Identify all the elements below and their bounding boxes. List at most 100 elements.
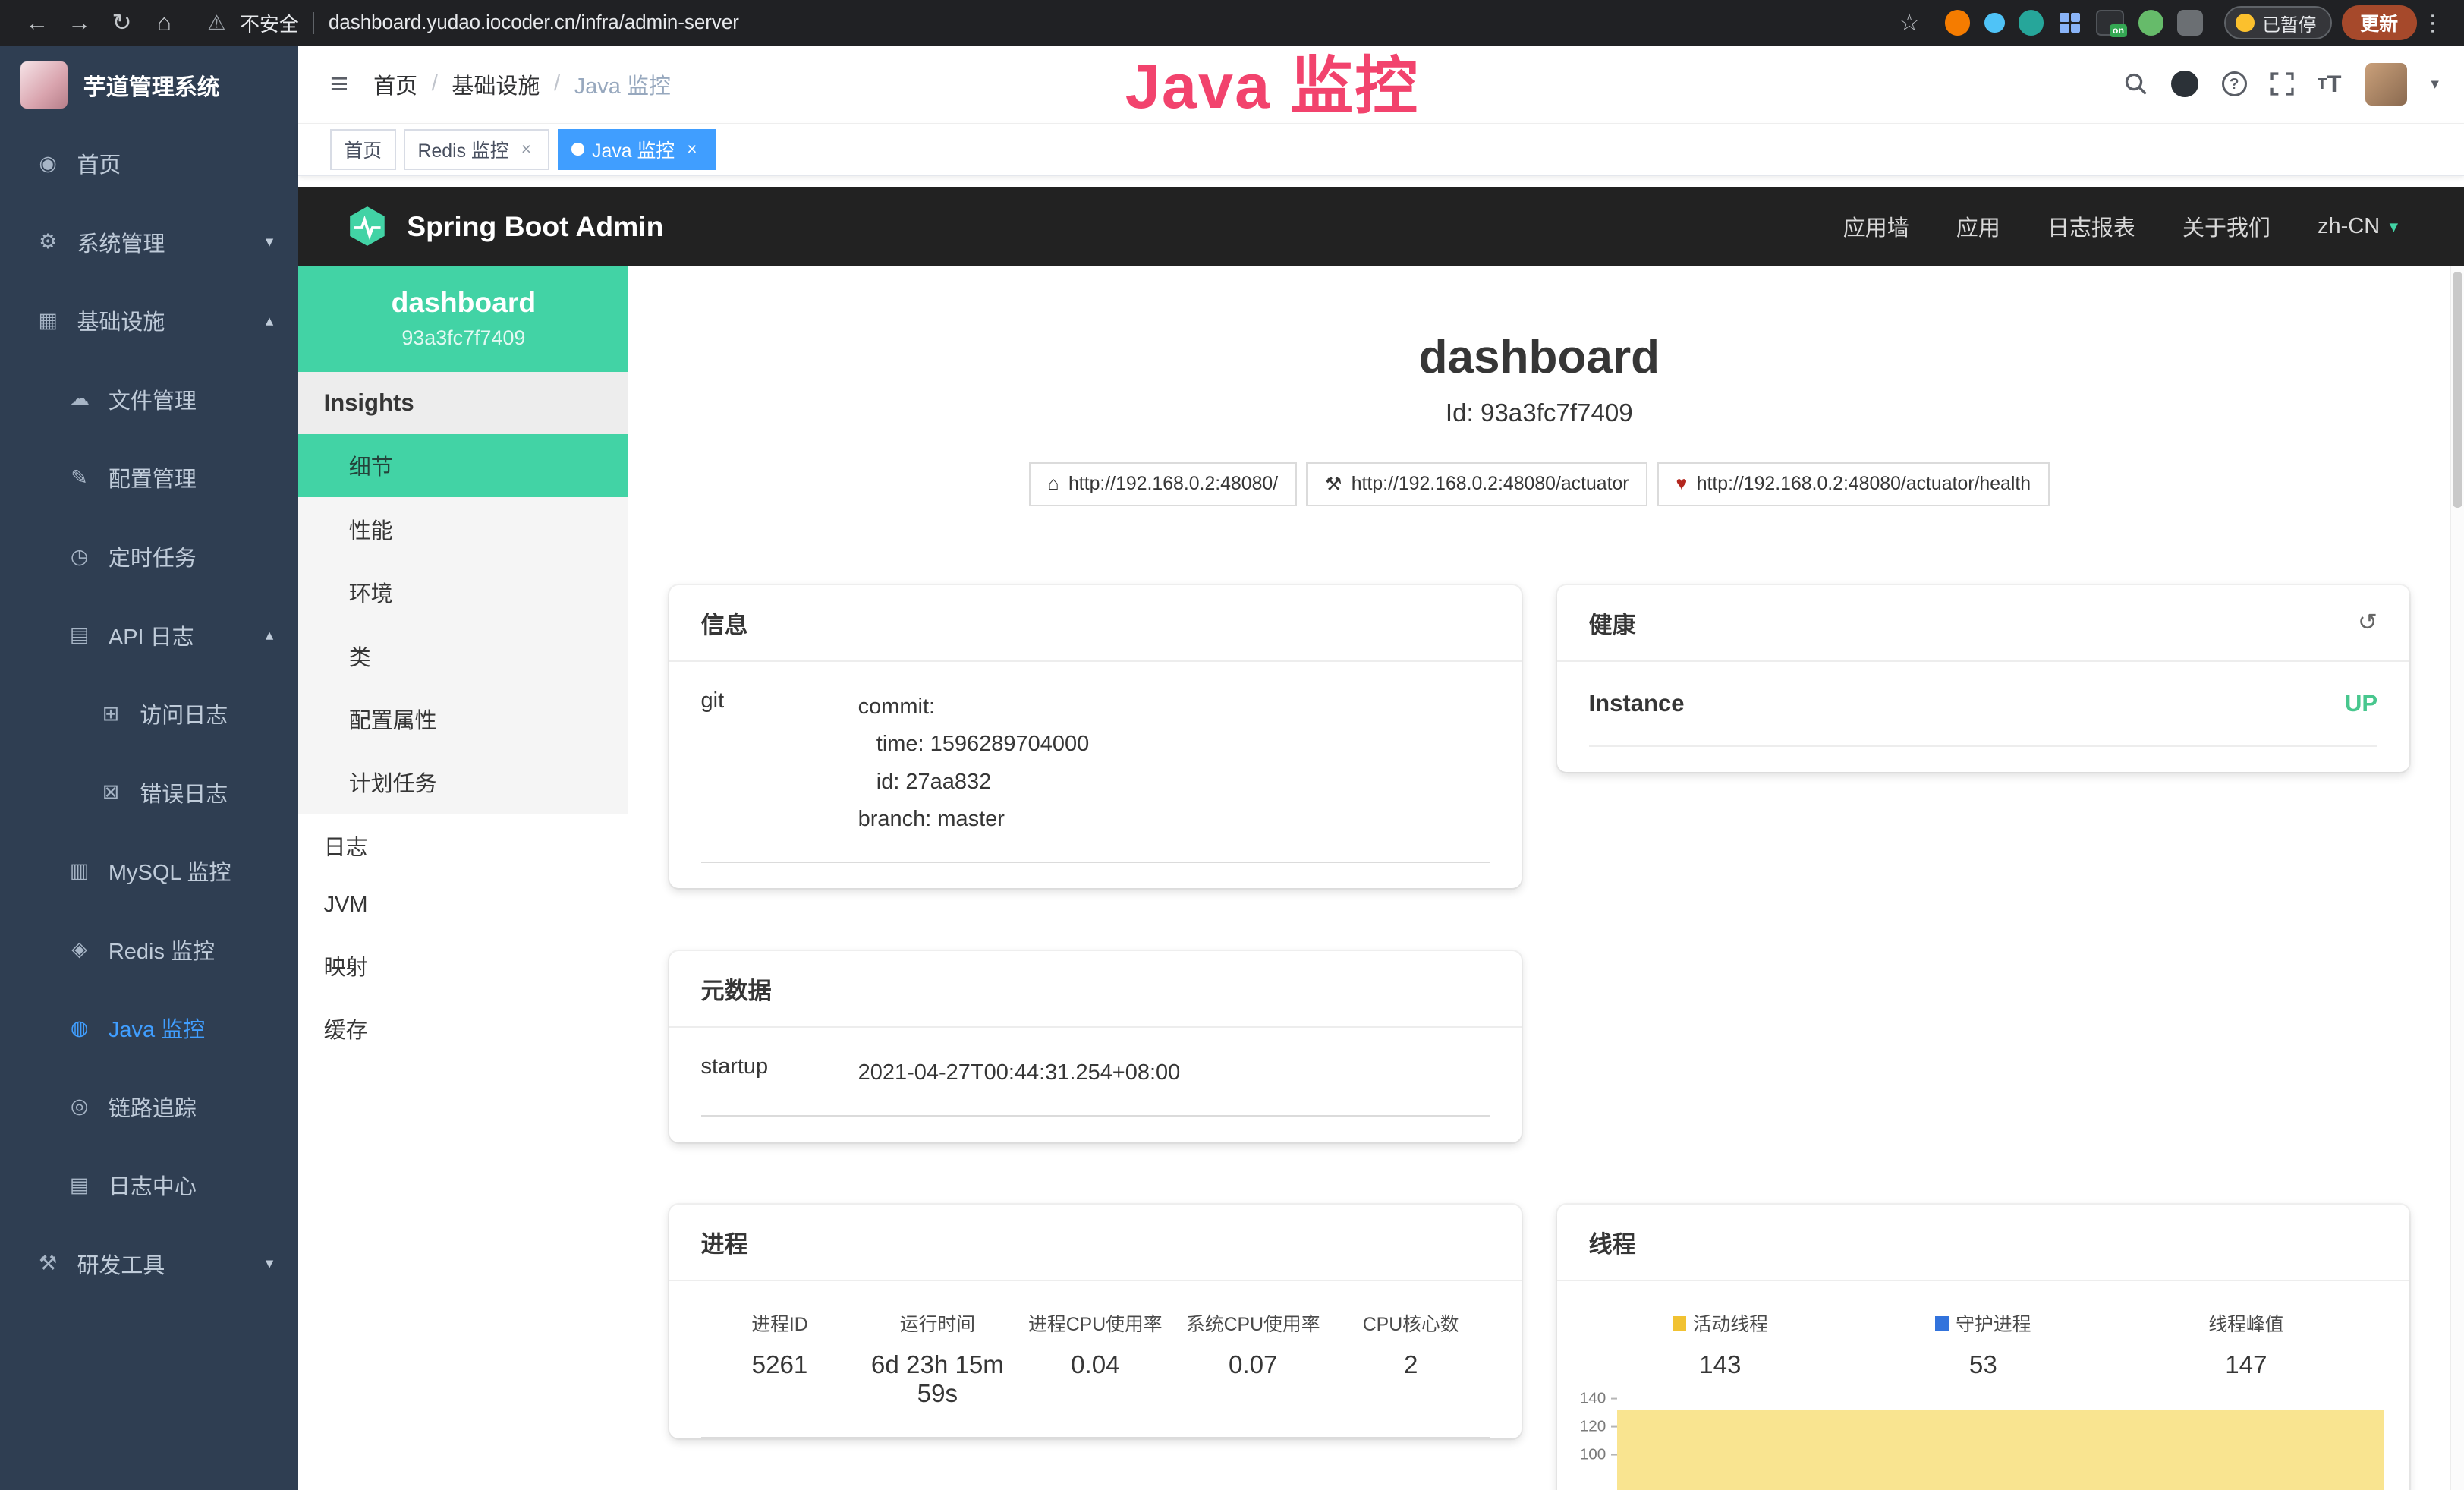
breadcrumb-infra[interactable]: 基础设施 (452, 68, 540, 100)
chevron-down-icon: ▾ (2390, 216, 2398, 237)
sidebar-item-file-manage[interactable]: ☁ 文件管理 (0, 360, 298, 439)
sba-item-config-props[interactable]: 配置属性 (298, 687, 628, 750)
tab-java-monitor[interactable]: Java 监控 × (558, 129, 716, 170)
sba-item-mappings[interactable]: 映射 (298, 934, 628, 997)
sba-item-caches[interactable]: 缓存 (298, 997, 628, 1060)
scrollbar[interactable] (2450, 266, 2464, 1490)
close-tab-icon[interactable]: × (682, 139, 701, 159)
sidebar-item-java-monitor[interactable]: ◍ Java 监控 (0, 988, 298, 1067)
sidebar-item-config-manage[interactable]: ✎ 配置管理 (0, 439, 298, 518)
sba-item-metrics[interactable]: 性能 (298, 497, 628, 560)
hamburger-icon[interactable]: ≡ (330, 66, 348, 102)
address-separator (313, 12, 314, 34)
cloud-upload-icon: ☁ (66, 387, 93, 411)
grid-extension-icon[interactable] (2058, 11, 2082, 34)
service-url-link[interactable]: ⌂ http://192.168.0.2:48080/ (1029, 462, 1297, 506)
scrollbar-thumb[interactable] (2453, 272, 2462, 508)
security-warning-icon: ⚠ (207, 11, 225, 35)
sidebar-item-api-logs[interactable]: ▤ API 日志 ▴ (0, 596, 298, 675)
active-tab-dot (571, 143, 584, 156)
sba-item-jvm[interactable]: JVM (298, 877, 628, 934)
drop-extension-icon[interactable] (1984, 13, 2005, 33)
forward-icon[interactable]: → (58, 9, 101, 36)
fullscreen-icon[interactable] (2270, 70, 2294, 98)
live-threads-legend-icon (1673, 1316, 1687, 1331)
daemon-threads-legend-icon (1935, 1316, 1949, 1331)
tab-home[interactable]: 首页 (330, 129, 396, 170)
browser-menu-icon[interactable]: ⋮ (2417, 10, 2448, 36)
app-sidebar: 芋道管理系统 ◉ 首页 ⚙ 系统管理 ▾ ▦ 基础设施 ▴ ☁ 文件管理 ✎ (0, 46, 298, 1490)
sidebar-item-tracing[interactable]: ◎ 链路追踪 (0, 1067, 298, 1146)
sba-navbar: Spring Boot Admin 应用墙 应用 日志报表 关于我们 zh-CN… (298, 187, 2464, 266)
sidebar-item-infra[interactable]: ▦ 基础设施 ▴ (0, 282, 298, 361)
info-key: git (701, 662, 858, 862)
sba-nav-about[interactable]: 关于我们 (2182, 210, 2270, 242)
sidebar-item-error-logs[interactable]: ⊠ 错误日志 (0, 753, 298, 832)
cpu-cores-stat: CPU核心数 2 (1332, 1309, 1490, 1409)
insights-section-label: Insights (298, 372, 628, 434)
font-size-icon[interactable]: TT (2318, 70, 2342, 98)
sba-item-environment[interactable]: 环境 (298, 561, 628, 624)
process-card-title: 进程 (701, 1225, 748, 1259)
close-tab-icon[interactable]: × (517, 139, 536, 159)
sba-item-classes[interactable]: 类 (298, 624, 628, 687)
url-text: dashboard.yudao.iocoder.cn/infra/admin-s… (329, 12, 739, 34)
sidebar-item-mysql-monitor[interactable]: ▥ MySQL 监控 (0, 831, 298, 910)
sba-nav-wallboard[interactable]: 应用墙 (1843, 210, 1909, 242)
fox-extension-icon[interactable] (1945, 10, 1970, 35)
search-icon[interactable] (2124, 70, 2148, 98)
sidebar-item-system[interactable]: ⚙ 系统管理 ▾ (0, 203, 298, 282)
sidebar-item-access-logs[interactable]: ⊞ 访问日志 (0, 674, 298, 753)
help-icon[interactable]: ? (2222, 70, 2247, 98)
switch-extension-icon[interactable]: on (2096, 10, 2124, 35)
app-title: 芋道管理系统 (83, 68, 220, 102)
update-browser-button[interactable]: 更新 (2342, 5, 2417, 40)
security-label: 不安全 (240, 9, 299, 37)
health-url-link[interactable]: ♥ http://192.168.0.2:48080/actuator/heal… (1657, 462, 2050, 506)
puzzle-extension-icon[interactable] (2177, 10, 2202, 35)
process-card: 进程 进程ID 5261 运行时间 6d 23h 15m 59s (669, 1205, 1521, 1438)
sba-item-scheduled-tasks[interactable]: 计划任务 (298, 751, 628, 814)
page-title: dashboard (669, 332, 2409, 383)
sidebar-item-log-center[interactable]: ▤ 日志中心 (0, 1145, 298, 1224)
log-center-icon: ▤ (66, 1173, 93, 1197)
address-bar[interactable]: ⚠ 不安全 dashboard.yudao.iocoder.cn/infra/a… (207, 9, 739, 37)
teal-extension-icon[interactable] (2019, 10, 2044, 35)
back-icon[interactable]: ← (16, 9, 58, 36)
sidebar-item-scheduled-jobs[interactable]: ◷ 定时任务 (0, 517, 298, 596)
paused-extension-pill[interactable]: 已暂停 (2224, 6, 2332, 39)
tag-tab-bar: 首页 Redis 监控 × Java 监控 × (298, 124, 2464, 176)
metadata-card: 元数据 startup 2021-04-27T00:44:31.254+08:0… (669, 951, 1521, 1142)
user-avatar[interactable] (2365, 63, 2408, 106)
process-cpu-stat: 进程CPU使用率 0.04 (1016, 1309, 1174, 1409)
info-value: commit: time: 1596289704000 id: 27aa832 … (858, 662, 1490, 862)
sidebar-item-dev-tools[interactable]: ⚒ 研发工具 ▾ (0, 1224, 298, 1303)
tab-redis-monitor[interactable]: Redis 监控 × (404, 129, 549, 170)
edit-icon: ✎ (66, 466, 93, 490)
home-icon[interactable]: ⌂ (143, 9, 185, 36)
chevron-up-icon: ▴ (266, 311, 273, 330)
breadcrumb: 首页 / 基础设施 / Java 监控 (373, 68, 671, 100)
sba-item-details[interactable]: 细节 (298, 434, 628, 497)
caret-down-icon: ▾ (2431, 74, 2438, 93)
actuator-url-link[interactable]: ⚒ http://192.168.0.2:48080/actuator (1306, 462, 1647, 506)
sba-item-logs[interactable]: 日志 (298, 814, 628, 877)
sba-nav-applications[interactable]: 应用 (1956, 210, 2000, 242)
github-icon[interactable] (2171, 70, 2198, 98)
chevron-up-icon: ▴ (266, 625, 273, 644)
info-card-title: 信息 (701, 606, 748, 640)
locale-select[interactable]: zh-CN ▾ (2318, 214, 2398, 239)
process-uptime-stat: 运行时间 6d 23h 15m 59s (858, 1309, 1016, 1409)
breadcrumb-home[interactable]: 首页 (373, 68, 417, 100)
sba-nav-journal[interactable]: 日志报表 (2047, 210, 2135, 242)
sidebar-item-redis-monitor[interactable]: ◈ Redis 监控 (0, 910, 298, 989)
sidebar-item-home[interactable]: ◉ 首页 (0, 124, 298, 203)
history-icon[interactable]: ↺ (2358, 609, 2377, 636)
sba-brand-title[interactable]: Spring Boot Admin (407, 210, 663, 243)
reload-icon[interactable]: ↻ (101, 9, 143, 36)
app-logo[interactable]: 芋道管理系统 (0, 46, 298, 124)
leaf-extension-icon[interactable] (2138, 10, 2163, 35)
instance-header[interactable]: dashboard 93a3fc7f7409 (298, 266, 628, 372)
bookmark-star-icon[interactable]: ☆ (1899, 9, 1920, 36)
home-icon: ⌂ (1048, 474, 1059, 495)
